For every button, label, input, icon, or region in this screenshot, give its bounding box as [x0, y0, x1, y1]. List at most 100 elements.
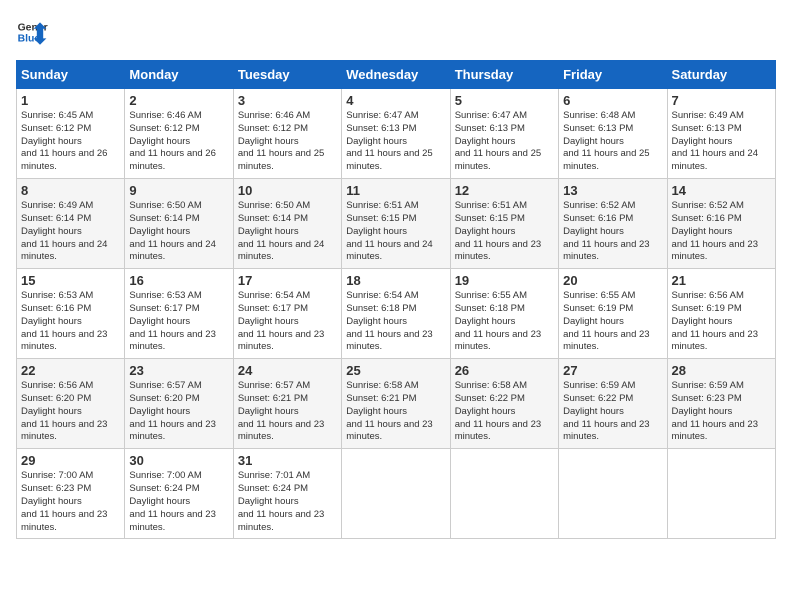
calendar-day-21: 21Sunrise: 6:56 AMSunset: 6:19 PMDayligh…	[667, 269, 775, 359]
calendar-day-19: 19 Sunrise: 6:55 AMSunset: 6:18 PMDayligh…	[450, 269, 558, 359]
day-number: 19	[455, 273, 554, 288]
col-header-wednesday: Wednesday	[342, 61, 450, 89]
page-header: General Blue	[16, 16, 776, 48]
logo: General Blue	[16, 16, 48, 48]
day-detail: Sunrise: 6:50 AMSunset: 6:14 PMDaylight …	[238, 200, 337, 264]
day-number: 1	[21, 93, 120, 108]
col-header-saturday: Saturday	[667, 61, 775, 89]
day-number: 30	[129, 453, 228, 468]
day-number: 5	[455, 93, 554, 108]
calendar-day-6: 6 Sunrise: 6:48 AMSunset: 6:13 PMDaylight…	[559, 89, 667, 179]
day-number: 8	[21, 183, 120, 198]
col-header-thursday: Thursday	[450, 61, 558, 89]
calendar-day-17: 17 Sunrise: 6:54 AMSunset: 6:17 PMDayligh…	[233, 269, 341, 359]
calendar-day-15: 15 Sunrise: 6:53 AMSunset: 6:16 PMDayligh…	[17, 269, 125, 359]
calendar-week-4: 22 Sunrise: 6:56 AMSunset: 6:20 PMDayligh…	[17, 359, 776, 449]
calendar-week-2: 8 Sunrise: 6:49 AMSunset: 6:14 PMDaylight…	[17, 179, 776, 269]
calendar-day-2: 2Sunrise: 6:46 AMSunset: 6:12 PMDaylight…	[125, 89, 233, 179]
day-number: 16	[129, 273, 228, 288]
day-number: 15	[21, 273, 120, 288]
calendar-day-13: 13 Sunrise: 6:52 AMSunset: 6:16 PMDayligh…	[559, 179, 667, 269]
day-number: 22	[21, 363, 120, 378]
day-detail: Sunrise: 6:56 AMSunset: 6:19 PMDaylight …	[672, 290, 771, 354]
day-number: 2	[129, 93, 228, 108]
empty-cell	[559, 449, 667, 539]
day-number: 26	[455, 363, 554, 378]
calendar-day-8: 8 Sunrise: 6:49 AMSunset: 6:14 PMDaylight…	[17, 179, 125, 269]
day-detail: Sunrise: 7:00 AMSunset: 6:23 PMDaylight …	[21, 470, 120, 534]
calendar-day-26: 26 Sunrise: 6:58 AMSunset: 6:22 PMDayligh…	[450, 359, 558, 449]
calendar-day-28: 28 Sunrise: 6:59 AMSunset: 6:23 PMDayligh…	[667, 359, 775, 449]
day-number: 4	[346, 93, 445, 108]
calendar-day-3: 3 Sunrise: 6:46 AMSunset: 6:12 PMDaylight…	[233, 89, 341, 179]
day-number: 27	[563, 363, 662, 378]
day-detail: Sunrise: 6:47 AMSunset: 6:13 PMDaylight …	[346, 110, 445, 174]
day-detail: Sunrise: 6:56 AMSunset: 6:20 PMDaylight …	[21, 380, 120, 444]
calendar-week-3: 15 Sunrise: 6:53 AMSunset: 6:16 PMDayligh…	[17, 269, 776, 359]
day-number: 14	[672, 183, 771, 198]
day-detail: Sunrise: 6:59 AMSunset: 6:23 PMDaylight …	[672, 380, 771, 444]
day-number: 12	[455, 183, 554, 198]
day-detail: Sunrise: 6:46 AMSunset: 6:12 PMDaylight …	[238, 110, 337, 174]
day-number: 9	[129, 183, 228, 198]
day-detail: Sunrise: 6:48 AMSunset: 6:13 PMDaylight …	[563, 110, 662, 174]
calendar-day-1: 1 Sunrise: 6:45 AMSunset: 6:12 PMDaylight…	[17, 89, 125, 179]
calendar-table: SundayMondayTuesdayWednesdayThursdayFrid…	[16, 60, 776, 539]
day-detail: Sunrise: 6:57 AMSunset: 6:20 PMDaylight …	[129, 380, 228, 444]
calendar-day-10: 10Sunrise: 6:50 AMSunset: 6:14 PMDayligh…	[233, 179, 341, 269]
calendar-day-16: 16Sunrise: 6:53 AMSunset: 6:17 PMDayligh…	[125, 269, 233, 359]
calendar-day-9: 9 Sunrise: 6:50 AMSunset: 6:14 PMDaylight…	[125, 179, 233, 269]
calendar-day-18: 18Sunrise: 6:54 AMSunset: 6:18 PMDayligh…	[342, 269, 450, 359]
calendar-day-4: 4 Sunrise: 6:47 AMSunset: 6:13 PMDaylight…	[342, 89, 450, 179]
day-detail: Sunrise: 6:55 AMSunset: 6:19 PMDaylight …	[563, 290, 662, 354]
day-number: 29	[21, 453, 120, 468]
day-detail: Sunrise: 6:55 AMSunset: 6:18 PMDaylight …	[455, 290, 554, 354]
col-header-tuesday: Tuesday	[233, 61, 341, 89]
day-number: 24	[238, 363, 337, 378]
calendar-day-20: 20 Sunrise: 6:55 AMSunset: 6:19 PMDayligh…	[559, 269, 667, 359]
calendar-day-25: 25Sunrise: 6:58 AMSunset: 6:21 PMDayligh…	[342, 359, 450, 449]
calendar-day-5: 5 Sunrise: 6:47 AMSunset: 6:13 PMDaylight…	[450, 89, 558, 179]
day-detail: Sunrise: 6:50 AMSunset: 6:14 PMDaylight …	[129, 200, 228, 264]
col-header-monday: Monday	[125, 61, 233, 89]
col-header-friday: Friday	[559, 61, 667, 89]
day-detail: Sunrise: 6:58 AMSunset: 6:22 PMDaylight …	[455, 380, 554, 444]
day-number: 18	[346, 273, 445, 288]
day-detail: Sunrise: 6:58 AMSunset: 6:21 PMDaylight …	[346, 380, 445, 444]
day-number: 3	[238, 93, 337, 108]
day-detail: Sunrise: 6:47 AMSunset: 6:13 PMDaylight …	[455, 110, 554, 174]
calendar-day-24: 24 Sunrise: 6:57 AMSunset: 6:21 PMDayligh…	[233, 359, 341, 449]
day-number: 31	[238, 453, 337, 468]
day-detail: Sunrise: 6:51 AMSunset: 6:15 PMDaylight …	[455, 200, 554, 264]
calendar-day-27: 27Sunrise: 6:59 AMSunset: 6:22 PMDayligh…	[559, 359, 667, 449]
day-detail: Sunrise: 7:01 AMSunset: 6:24 PMDaylight …	[238, 470, 337, 534]
day-number: 28	[672, 363, 771, 378]
calendar-day-11: 11 Sunrise: 6:51 AMSunset: 6:15 PMDayligh…	[342, 179, 450, 269]
calendar-day-31: 31 Sunrise: 7:01 AMSunset: 6:24 PMDayligh…	[233, 449, 341, 539]
calendar-header-row: SundayMondayTuesdayWednesdayThursdayFrid…	[17, 61, 776, 89]
day-number: 6	[563, 93, 662, 108]
day-number: 20	[563, 273, 662, 288]
day-detail: Sunrise: 6:57 AMSunset: 6:21 PMDaylight …	[238, 380, 337, 444]
day-number: 7	[672, 93, 771, 108]
calendar-week-5: 29 Sunrise: 7:00 AMSunset: 6:23 PMDayligh…	[17, 449, 776, 539]
col-header-sunday: Sunday	[17, 61, 125, 89]
day-detail: Sunrise: 6:51 AMSunset: 6:15 PMDaylight …	[346, 200, 445, 264]
calendar-day-14: 14 Sunrise: 6:52 AMSunset: 6:16 PMDayligh…	[667, 179, 775, 269]
day-number: 11	[346, 183, 445, 198]
day-detail: Sunrise: 6:52 AMSunset: 6:16 PMDaylight …	[672, 200, 771, 264]
logo-icon: General Blue	[16, 16, 48, 48]
day-detail: Sunrise: 6:45 AMSunset: 6:12 PMDaylight …	[21, 110, 120, 174]
empty-cell	[342, 449, 450, 539]
day-detail: Sunrise: 6:53 AMSunset: 6:16 PMDaylight …	[21, 290, 120, 354]
calendar-day-29: 29 Sunrise: 7:00 AMSunset: 6:23 PMDayligh…	[17, 449, 125, 539]
day-detail: Sunrise: 6:52 AMSunset: 6:16 PMDaylight …	[563, 200, 662, 264]
day-number: 13	[563, 183, 662, 198]
day-number: 17	[238, 273, 337, 288]
calendar-week-1: 1 Sunrise: 6:45 AMSunset: 6:12 PMDaylight…	[17, 89, 776, 179]
day-detail: Sunrise: 6:49 AMSunset: 6:14 PMDaylight …	[21, 200, 120, 264]
day-detail: Sunrise: 6:54 AMSunset: 6:17 PMDaylight …	[238, 290, 337, 354]
calendar-day-23: 23Sunrise: 6:57 AMSunset: 6:20 PMDayligh…	[125, 359, 233, 449]
empty-cell	[667, 449, 775, 539]
calendar-day-30: 30Sunrise: 7:00 AMSunset: 6:24 PMDayligh…	[125, 449, 233, 539]
